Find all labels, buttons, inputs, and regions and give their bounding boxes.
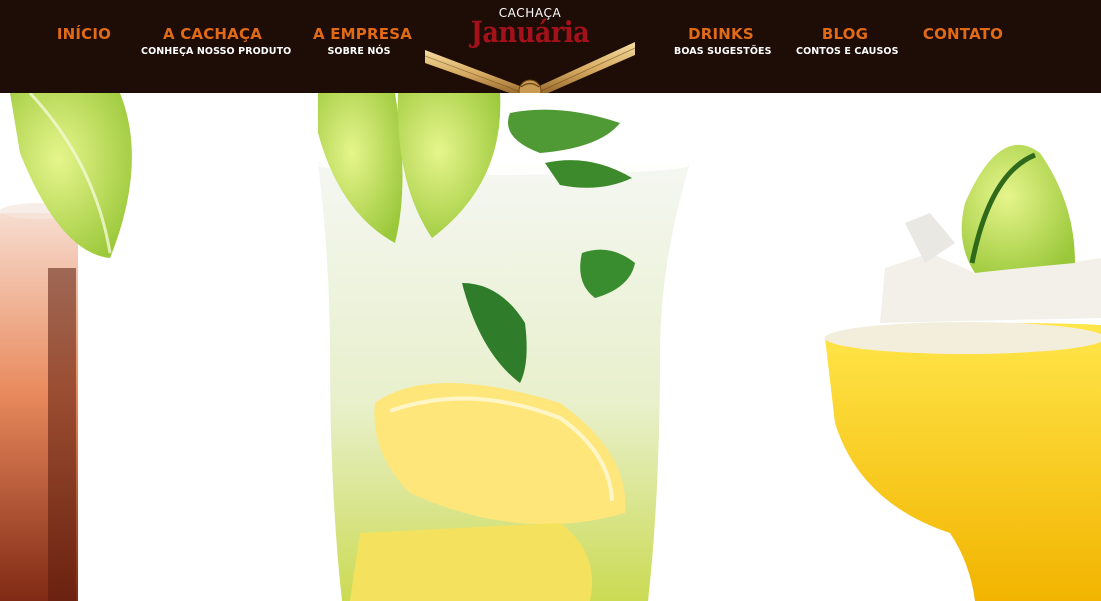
nav-a-cachaca[interactable]: A CACHAÇA CONHEÇA NOSSO PRODUTO [141, 24, 292, 59]
nav-inicio[interactable]: INÍCIO [56, 24, 112, 44]
nav-contato-label: CONTATO [922, 25, 1004, 43]
nav-blog-label: BLOG [821, 25, 869, 43]
nav-drinks-label: DRINKS [688, 25, 754, 43]
hero-drinks-image [0, 93, 1101, 601]
nav-a-empresa-label: A EMPRESA [313, 25, 413, 43]
nav-blog[interactable]: BLOG CONTOS E CAUSOS [796, 24, 899, 59]
nav-inicio-label: INÍCIO [56, 25, 112, 43]
nav-contato[interactable]: CONTATO [922, 24, 1004, 44]
nav-drinks[interactable]: DRINKS BOAS SUGESTÕES [674, 24, 772, 59]
nav-a-empresa-sub: SOBRE NÓS [327, 46, 391, 57]
nav-a-cachaca-label: A CACHAÇA [162, 25, 263, 43]
cocktails-photo [0, 93, 1101, 601]
nav-a-empresa[interactable]: A EMPRESA SOBRE NÓS [313, 24, 413, 59]
nav-a-cachaca-sub: CONHEÇA NOSSO PRODUTO [141, 46, 292, 57]
site-header: INÍCIO A CACHAÇA CONHEÇA NOSSO PRODUTO A… [0, 0, 1101, 110]
nav-drinks-sub: BOAS SUGESTÕES [674, 46, 772, 57]
nav-blog-sub: CONTOS E CAUSOS [796, 46, 899, 57]
